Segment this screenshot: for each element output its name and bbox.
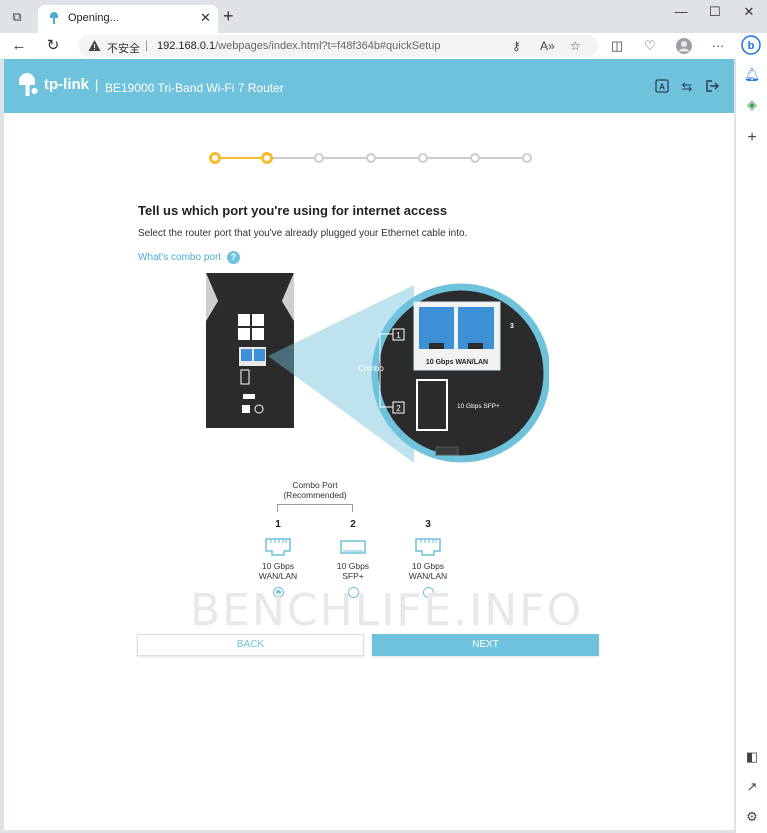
page-title: Tell us which port you're using for inte… [138, 203, 448, 218]
browser-tab[interactable]: Opening... ✕ [38, 5, 218, 33]
favorite-star-icon[interactable]: ☆ [570, 39, 581, 53]
browser-essentials-icon[interactable]: ♡ [641, 38, 659, 54]
back-button[interactable]: BACK [137, 634, 364, 656]
step-connector [371, 157, 423, 159]
switch-mode-icon[interactable]: ⇆ [679, 79, 695, 95]
maximize-icon[interactable]: ☐ [700, 4, 730, 20]
minimize-icon[interactable]: — [666, 4, 696, 19]
ethernet-port-icon [265, 538, 291, 556]
svg-text:b: b [748, 40, 755, 52]
step-dot [314, 153, 324, 163]
address-separator: | [145, 38, 149, 52]
combo-bracket [277, 504, 353, 512]
next-button[interactable]: NEXT [372, 634, 599, 656]
wan-lan-port-label: 10 Gbps WAN/LAN [426, 359, 488, 366]
step-connector [475, 157, 527, 159]
step-connector [423, 157, 475, 159]
security-status[interactable]: 不安全 [107, 40, 140, 56]
sfp-port-label: 10 Gbps SFP+ [457, 403, 500, 410]
help-question-icon[interactable]: ? [227, 251, 240, 264]
step-dot [418, 153, 428, 163]
combo-label: Combo [358, 364, 384, 373]
window-close-icon[interactable]: ✕ [734, 4, 764, 20]
combo-port-title: Combo Port (Recommended) [283, 480, 347, 500]
tplink-favicon-icon [50, 12, 58, 24]
split-screen-icon[interactable]: ◫ [608, 38, 626, 54]
port-2-marker: 2 [396, 404, 401, 413]
tab-close-icon[interactable]: ✕ [200, 10, 211, 26]
warning-icon [88, 40, 101, 51]
profile-avatar-icon[interactable] [675, 38, 693, 57]
shopping-icon[interactable]: ◈ [743, 96, 761, 114]
port-1-marker: 1 [396, 331, 401, 340]
copilot-icon[interactable]: b [741, 35, 761, 58]
router-setup-page: tp-link | BE19000 Tri-Band Wi-Fi 7 Route… [4, 59, 734, 830]
language-icon[interactable]: A [654, 79, 670, 95]
new-tab-icon[interactable]: + [223, 6, 234, 27]
tab-bar: ⧉ Opening... ✕ + — ☐ ✕ [0, 0, 767, 33]
step-dot [470, 153, 480, 163]
whats-combo-port-link[interactable]: What's combo port [138, 252, 221, 263]
browser-toolbar: ← ↻ 不安全 | 192.168.0.1/webpages/index.htm… [0, 33, 767, 59]
brand-name: tp-link [44, 76, 89, 93]
back-arrow-icon[interactable]: ← [9, 36, 29, 56]
step-connector [215, 157, 267, 159]
more-menu-icon[interactable]: ··· [709, 38, 727, 53]
page-subtitle: Select the router port that you've alrea… [138, 228, 468, 239]
tab-actions-icon[interactable]: ⧉ [8, 8, 26, 26]
sfp-port-icon [340, 540, 366, 554]
header-separator: | [95, 77, 99, 92]
external-link-icon[interactable]: ↗ [743, 778, 761, 796]
add-sidebar-icon[interactable]: + [743, 129, 761, 147]
step-dot [261, 152, 273, 164]
edge-sidebar: 🔔︎ ◈ + ◧ ↗ ⚙ [735, 59, 767, 833]
address-bar[interactable]: 不安全 | 192.168.0.1/webpages/index.html?t=… [78, 35, 598, 57]
settings-gear-icon[interactable]: ⚙ [743, 808, 761, 826]
tplink-logo-icon [19, 73, 38, 96]
url-text[interactable]: 192.168.0.1/webpages/index.html?t=f48f36… [157, 40, 440, 52]
router-header: tp-link | BE19000 Tri-Band Wi-Fi 7 Route… [4, 59, 734, 113]
step-dot [366, 153, 376, 163]
router-port-illustration: 10 Gbps WAN/LAN 10 Gbps SFP+ 1 2 Combo 3 [206, 273, 549, 463]
setup-progress [209, 151, 532, 165]
ethernet-port-icon [415, 538, 441, 556]
step-connector [319, 157, 371, 159]
read-aloud-icon[interactable]: A» [540, 39, 555, 53]
port-3-marker: 3 [510, 323, 514, 330]
step-connector [267, 157, 319, 159]
step-dot [209, 152, 221, 164]
refresh-icon[interactable]: ↻ [43, 36, 63, 56]
notification-bell-icon[interactable]: 🔔︎ [743, 66, 761, 84]
model-name: BE19000 Tri-Band Wi-Fi 7 Router [105, 81, 284, 95]
step-dot [522, 153, 532, 163]
sidebar-panel-icon[interactable]: ◧ [743, 748, 761, 766]
logout-icon[interactable] [704, 79, 720, 95]
watermark: BENCHLIFE.INFO [190, 585, 584, 636]
svg-text:A: A [659, 83, 665, 92]
tab-title: Opening... [68, 12, 119, 24]
key-icon[interactable]: ⚷ [512, 39, 521, 53]
